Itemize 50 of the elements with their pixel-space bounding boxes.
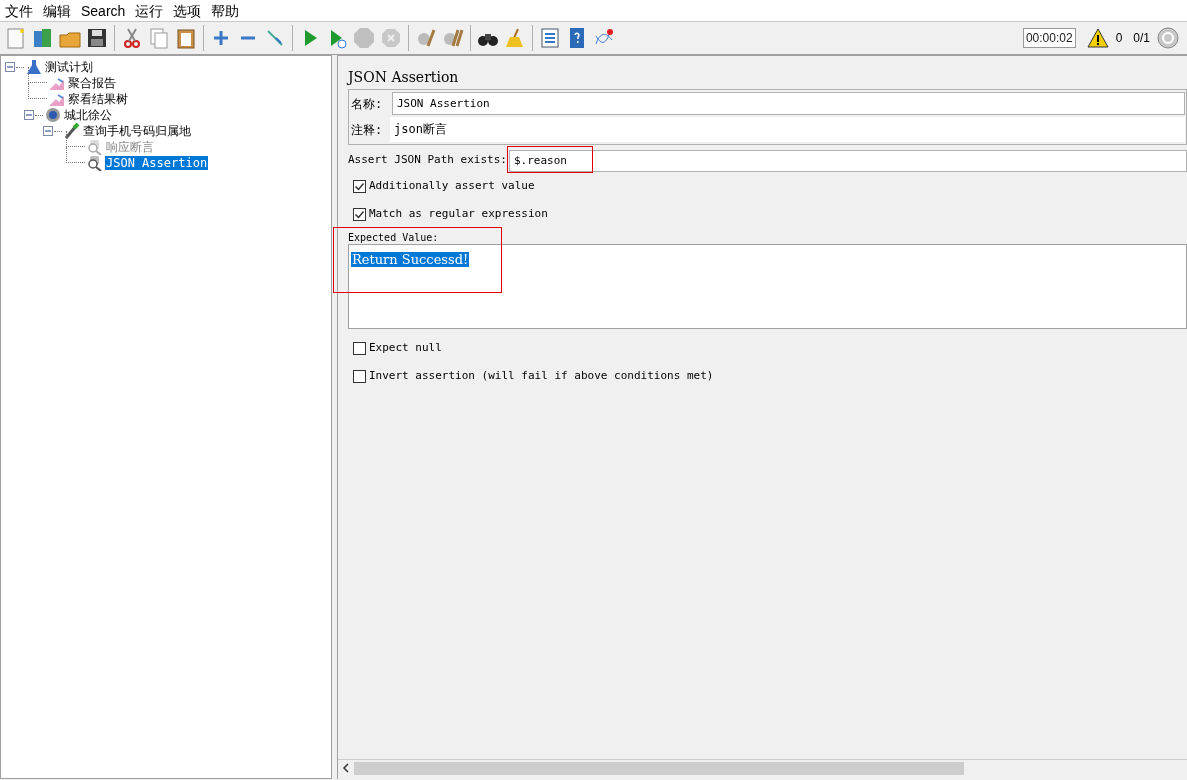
chart-icon xyxy=(49,75,65,91)
tree-item[interactable]: 聚合报告 xyxy=(67,76,117,90)
checkbox[interactable] xyxy=(353,369,366,383)
menu-item[interactable]: 运行 xyxy=(130,0,169,22)
scrollbar-thumb[interactable] xyxy=(354,761,964,775)
list-icon[interactable] xyxy=(538,26,562,50)
checkbox-label: Additionally assert value xyxy=(369,177,535,194)
thread-count: 0/1 xyxy=(1133,30,1150,47)
timer-display: 00:00:02 xyxy=(1022,28,1076,48)
expected-value-text: Return Successd! xyxy=(351,252,470,267)
pipette-icon xyxy=(64,123,80,139)
clipboard-icon[interactable] xyxy=(174,26,198,50)
scroll-left-icon[interactable] xyxy=(342,763,350,773)
checkbox[interactable] xyxy=(353,207,366,221)
tree-item[interactable]: JSON Assertion xyxy=(105,156,209,170)
tree-item[interactable]: 城北徐公 xyxy=(63,108,113,122)
warning-icon xyxy=(1086,28,1109,48)
horizontal-scrollbar[interactable] xyxy=(338,759,1187,776)
checkbox[interactable] xyxy=(353,179,366,193)
name-field[interactable]: JSON Assertion xyxy=(392,92,1185,115)
expected-value-label: Expected Value: xyxy=(348,231,440,244)
json-path-label: Assert JSON Path exists: xyxy=(348,152,507,169)
menu-item[interactable]: 编辑 xyxy=(38,0,76,22)
comment-field[interactable]: json断言 xyxy=(390,117,1185,142)
save-icon[interactable] xyxy=(85,26,109,50)
panel-title: JSON Assertion xyxy=(348,68,460,86)
collapse-icon[interactable] xyxy=(5,62,15,72)
magnifier-icon xyxy=(87,139,103,155)
checkbox-label: Expect null xyxy=(369,339,442,356)
menu-item[interactable]: 选项 xyxy=(168,0,207,22)
chart-icon xyxy=(49,91,65,107)
menu-item[interactable]: 帮助 xyxy=(206,0,245,22)
magnifier-icon xyxy=(87,155,103,171)
collapse-icon[interactable] xyxy=(43,126,53,136)
flask-icon xyxy=(26,59,42,75)
checkbox[interactable] xyxy=(353,341,366,355)
expected-value-field[interactable]: Return Successd! xyxy=(348,244,1187,329)
checkbox-label: Match as regular expression xyxy=(369,205,548,222)
tree-item[interactable]: 查询手机号码归属地 xyxy=(82,124,192,138)
comment-label: 注释: xyxy=(350,121,384,139)
collapse-icon[interactable] xyxy=(24,110,34,120)
menu-item[interactable]: 文件 xyxy=(0,0,38,22)
name-label: 名称: xyxy=(350,95,384,113)
checkbox-label: Invert assertion (will fail if above conditions met) xyxy=(369,367,714,384)
menu-item[interactable]: Search xyxy=(76,0,131,22)
status-circle-icon[interactable] xyxy=(1157,27,1179,49)
json-path-field[interactable]: $.reason xyxy=(508,149,1187,172)
tree-item[interactable]: 察看结果树 xyxy=(67,92,129,106)
warning-count: 0 xyxy=(1115,30,1123,47)
tree-item[interactable]: 测试计划 xyxy=(44,60,94,74)
